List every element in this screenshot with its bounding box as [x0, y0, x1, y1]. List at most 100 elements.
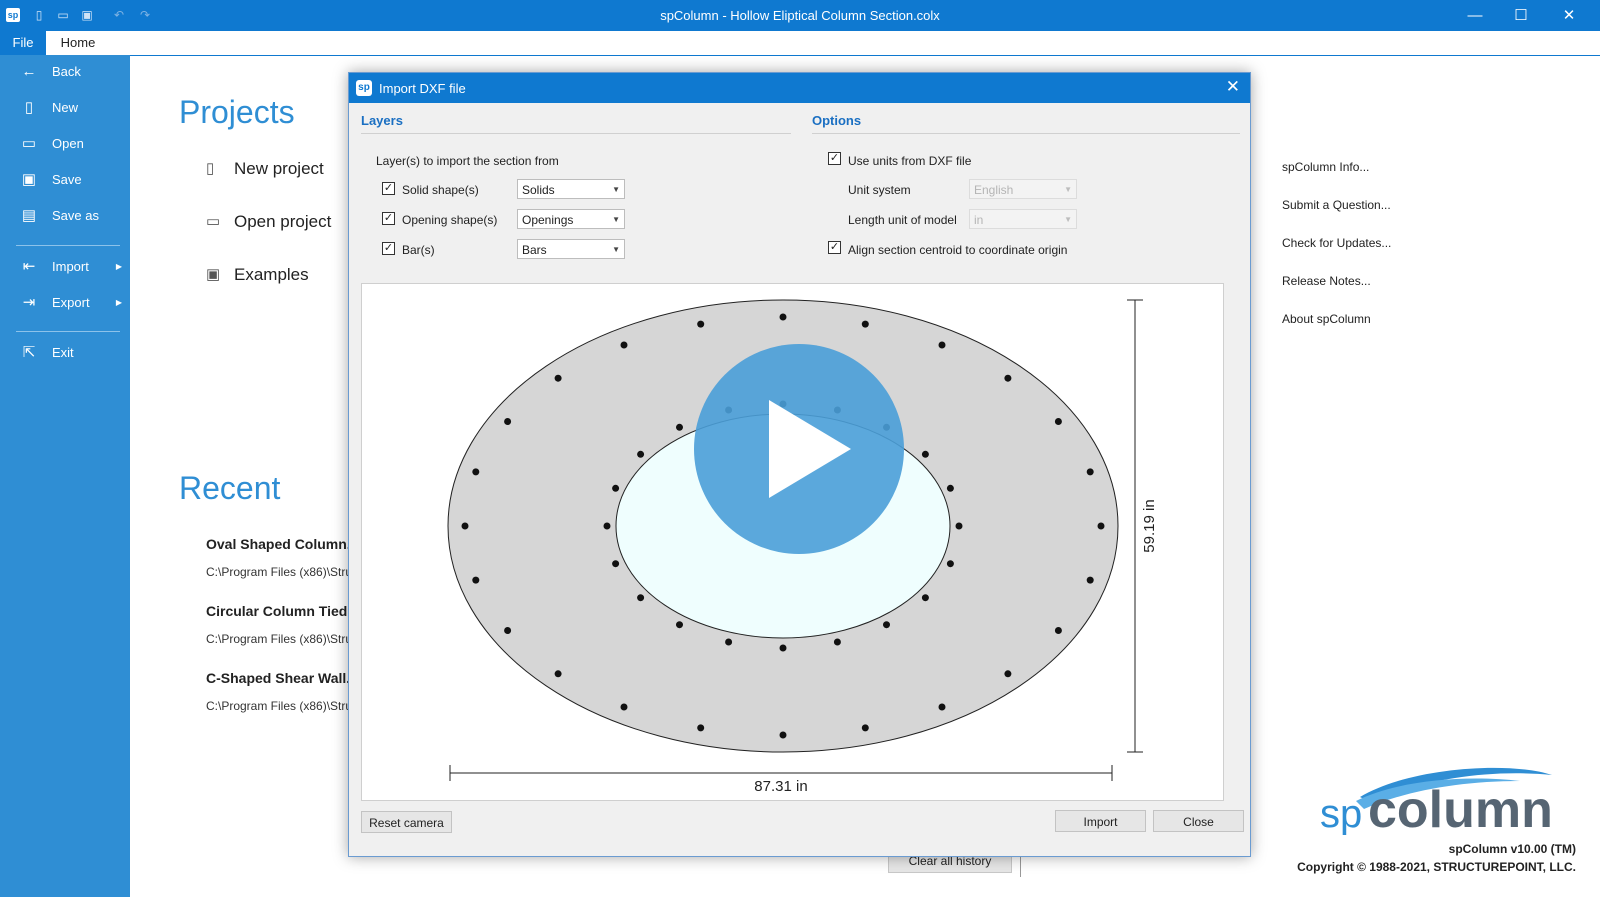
rebar-dot [603, 522, 611, 530]
exit-icon: ⇱ [22, 344, 36, 361]
sidebar-item-new[interactable]: ▯ New [0, 91, 130, 125]
copyright-text: Copyright © 1988-2021, STRUCTUREPOINT, L… [1297, 860, 1576, 874]
vertical-divider [1020, 855, 1021, 877]
bars-checkbox[interactable]: ✓ [382, 242, 395, 255]
export-icon: ⇥ [22, 294, 36, 311]
import-icon: ⇤ [22, 258, 36, 275]
solids-layer-select[interactable]: Solids ▼ [517, 179, 625, 199]
rebar-dot [938, 703, 946, 711]
unit-system-select[interactable]: English ▼ [969, 179, 1077, 199]
logo-sp-text: sp [1320, 792, 1362, 835]
openings-layer-select[interactable]: Openings ▼ [517, 209, 625, 229]
rebar-dot [938, 341, 946, 349]
import-button[interactable]: Import [1055, 810, 1146, 832]
rebar-dot [637, 450, 645, 458]
reset-camera-button[interactable]: Reset camera [361, 811, 452, 833]
recent-file-name[interactable]: C-Shaped Shear Wall.c [206, 670, 348, 686]
rebar-dot [1004, 670, 1012, 678]
maximize-button[interactable]: ☐ [1498, 0, 1544, 31]
sidebar-item-export[interactable]: ⇥ Export ▶ [0, 286, 130, 320]
sidebar-item-label: Exit [52, 345, 74, 360]
app-logo-icon: sp [356, 80, 372, 96]
select-value: in [974, 213, 984, 227]
project-item-label: Open project [234, 212, 332, 231]
rebar-dot [725, 638, 733, 646]
rebar-dot [461, 522, 469, 530]
rebar-dot [1054, 627, 1062, 634]
solid-shapes-checkbox[interactable]: ✓ [382, 182, 395, 195]
rebar-dot [921, 450, 929, 458]
rebar-dot [1097, 522, 1105, 530]
submit-question-link[interactable]: Submit a Question... [1282, 198, 1391, 212]
options-section-title: Options [812, 113, 862, 128]
recent-file-path[interactable]: C:\Program Files (x86)\Struc [206, 699, 348, 713]
projects-heading: Projects [179, 94, 295, 130]
dialog-close-icon[interactable]: ✕ [1226, 77, 1240, 97]
backstage-sidebar: ← Back ▯ New ▭ Open ▣ Save ▤ Save as ⇤ I… [0, 55, 130, 897]
sidebar-item-exit[interactable]: ⇱ Exit [0, 336, 130, 370]
rebar-dot [861, 320, 869, 328]
rebar-dot [472, 576, 480, 584]
section-preview-canvas[interactable]: 87.31 in 59.19 in [361, 283, 1224, 801]
rebar-dot [504, 418, 512, 425]
rebar-dot [697, 320, 705, 328]
sidebar-item-save[interactable]: ▣ Save [0, 163, 130, 197]
dialog-title-bar: sp Import DXF file ✕ [349, 73, 1250, 103]
examples-folder-icon: ▣ [206, 266, 221, 283]
rebar-dot [620, 341, 628, 349]
project-item-label: Examples [234, 265, 309, 284]
rebar-dot [955, 522, 963, 530]
recent-file-path[interactable]: C:\Program Files (x86)\Struc [206, 565, 348, 579]
select-value: Bars [522, 243, 547, 257]
sidebar-item-import[interactable]: ⇤ Import ▶ [0, 250, 130, 284]
tab-file[interactable]: File [0, 31, 46, 55]
new-file-icon: ▯ [24, 99, 34, 116]
chevron-down-icon: ▼ [612, 245, 620, 254]
about-spcolumn-link[interactable]: About spColumn [1282, 312, 1371, 326]
sidebar-item-save-as[interactable]: ▤ Save as [0, 199, 130, 233]
recent-file-name[interactable]: Circular Column Tied C [206, 603, 348, 619]
recent-file-path[interactable]: C:\Program Files (x86)\Struc [206, 632, 348, 646]
close-dialog-button[interactable]: Close [1153, 810, 1244, 832]
dialog-title: Import DXF file [379, 81, 466, 96]
close-window-button[interactable]: ✕ [1546, 0, 1592, 31]
rebar-dot [676, 621, 683, 629]
save-as-icon: ▤ [21, 207, 37, 224]
recent-heading: Recent [179, 470, 281, 506]
section-divider [812, 133, 1240, 134]
import-dxf-dialog: sp Import DXF file ✕ Layers Layer(s) to … [348, 72, 1251, 857]
rebar-dot [554, 374, 562, 382]
use-units-checkbox[interactable]: ✓ [828, 152, 841, 165]
bars-layer-select[interactable]: Bars ▼ [517, 239, 625, 259]
rebar-dot [946, 484, 954, 492]
rebar-dot [779, 313, 787, 321]
align-centroid-checkbox[interactable]: ✓ [828, 241, 841, 254]
tab-home[interactable]: Home [46, 31, 110, 55]
sidebar-item-label: Save as [52, 208, 99, 223]
length-unit-select[interactable]: in ▼ [969, 209, 1077, 229]
check-updates-link[interactable]: Check for Updates... [1282, 236, 1391, 250]
sidebar-item-back[interactable]: ← Back [0, 55, 130, 89]
rebar-dot [676, 423, 683, 431]
rebar-dot [1054, 418, 1062, 425]
rebar-dot [1086, 576, 1094, 584]
chevron-down-icon: ▼ [612, 185, 620, 194]
back-arrow-icon: ← [21, 63, 37, 80]
release-notes-link[interactable]: Release Notes... [1282, 274, 1371, 288]
submenu-arrow-icon: ▶ [115, 262, 122, 271]
rebar-dot [637, 594, 645, 602]
use-units-label: Use units from DXF file [848, 154, 972, 168]
spcolumn-info-link[interactable]: spColumn Info... [1282, 160, 1369, 174]
rebar-dot [612, 484, 620, 492]
title-bar: sp ▯ ▭ ▣ ↶ ↷ spColumn - Hollow Eliptical… [0, 0, 1600, 31]
minimize-button[interactable]: — [1452, 0, 1498, 31]
recent-file-name[interactable]: Oval Shaped Column.c [206, 536, 348, 552]
sidebar-item-label: Back [52, 64, 81, 79]
video-play-overlay[interactable] [694, 344, 904, 554]
sidebar-item-open[interactable]: ▭ Open [0, 127, 130, 161]
spcolumn-logo: sp column [1320, 767, 1553, 835]
ribbon-tabs: File Home [0, 31, 1600, 56]
opening-shapes-checkbox[interactable]: ✓ [382, 212, 395, 225]
section-preview: 87.31 in 59.19 in [447, 299, 1158, 795]
sidebar-item-label: Open [52, 136, 84, 151]
